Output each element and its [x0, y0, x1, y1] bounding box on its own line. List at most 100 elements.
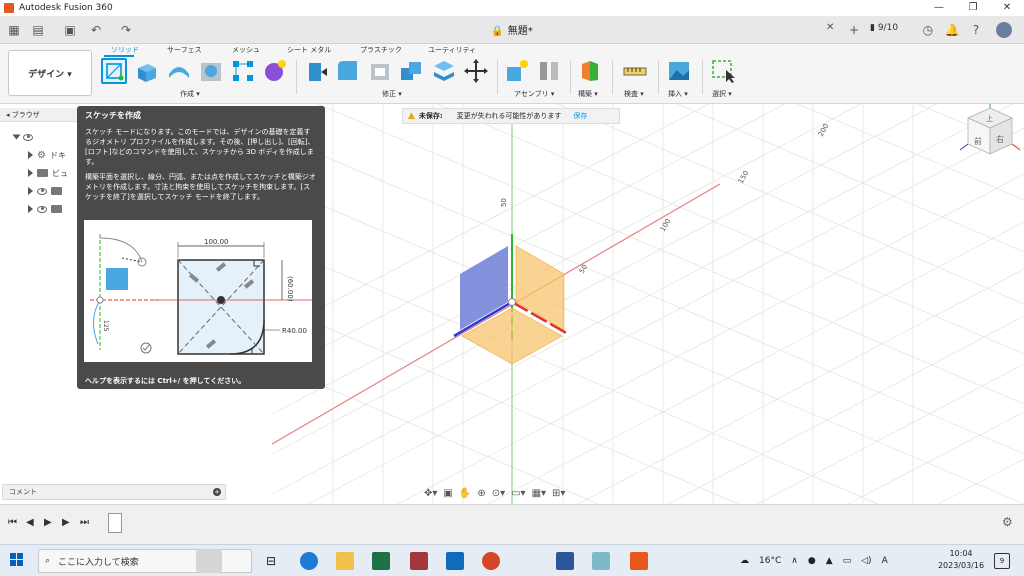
bell-icon[interactable]: 🔔 — [944, 22, 960, 38]
battery-icon[interactable]: ▭ — [843, 556, 852, 566]
powerpoint-icon[interactable] — [482, 552, 500, 570]
extrude-button[interactable] — [134, 58, 160, 84]
group-label-modify[interactable]: 修正 ▾ — [382, 89, 402, 99]
play-icon[interactable]: ▶ — [44, 517, 52, 528]
system-tray: ☁ 16°C ∧ ● ▲ ▭ ◁) A — [740, 545, 888, 576]
eye-icon[interactable] — [37, 187, 47, 195]
select-button[interactable] — [710, 58, 736, 84]
avatar[interactable] — [996, 22, 1012, 38]
zoom-icon[interactable]: ⊕ — [477, 488, 485, 499]
job-status[interactable]: ▮ 9/10 — [870, 23, 898, 33]
insert-image-button[interactable] — [666, 58, 692, 84]
eye-icon[interactable] — [23, 133, 33, 141]
pan-icon[interactable]: ✋ — [459, 488, 471, 499]
tab-mesh[interactable]: メッシュ — [232, 45, 260, 55]
tab-sheet-metal[interactable]: シート メタル — [287, 45, 331, 55]
add-comment-icon[interactable]: + — [213, 488, 221, 496]
expand-icon[interactable] — [28, 151, 33, 159]
clock-icon[interactable]: ◷ — [920, 22, 936, 38]
folder-icon — [37, 169, 48, 177]
select-icon — [712, 60, 735, 83]
measure-button[interactable] — [622, 58, 648, 84]
display-settings-icon[interactable]: ▭▾ — [511, 488, 525, 499]
look-at-icon[interactable]: ▣ — [443, 488, 452, 499]
combine-button[interactable] — [399, 58, 425, 84]
volume-icon[interactable]: ◁) — [861, 556, 871, 566]
tray-app-icon[interactable]: ● — [808, 556, 816, 566]
create-sketch-button[interactable] — [101, 58, 127, 84]
maximize-button[interactable]: ❐ — [956, 0, 990, 16]
tab-surface[interactable]: サーフェス — [167, 45, 202, 55]
browser-header[interactable]: ◂ ブラウザ — [0, 108, 78, 122]
tooltip-dim-width: 100.00 — [204, 238, 229, 246]
expand-icon[interactable] — [28, 169, 33, 177]
weather-icon[interactable]: ☁ — [740, 556, 749, 566]
group-label-assemble[interactable]: アセンブリ ▾ — [514, 89, 554, 99]
go-to-end-icon[interactable]: ⏭ — [80, 517, 89, 528]
word-icon[interactable] — [556, 552, 574, 570]
help-icon[interactable]: ? — [968, 22, 984, 38]
expand-icon[interactable] — [28, 187, 33, 195]
app-icon[interactable] — [592, 552, 610, 570]
hole-button[interactable] — [198, 58, 224, 84]
grid-settings-icon[interactable]: ▦▾ — [532, 488, 546, 499]
save-link[interactable]: 保存 — [573, 111, 587, 121]
notification-center-icon[interactable]: 9 — [994, 553, 1010, 569]
timeline-marker[interactable] — [108, 513, 122, 533]
viewcube-right-label: 右 — [996, 134, 1004, 144]
fit-icon[interactable]: ⊙▾ — [492, 488, 505, 499]
tray-chevron-icon[interactable]: ∧ — [791, 556, 798, 566]
comments-panel[interactable]: コメント + — [2, 484, 226, 500]
step-forward-icon[interactable]: ▶ — [62, 517, 70, 528]
split-body-button[interactable] — [431, 58, 457, 84]
group-label-select[interactable]: 選択 ▾ — [712, 89, 732, 99]
tab-plastic[interactable]: プラスチック — [360, 45, 402, 55]
workspace-selector[interactable]: デザイン ▾ — [8, 50, 92, 96]
expand-icon[interactable] — [12, 134, 21, 140]
close-button[interactable]: ✕ — [990, 0, 1024, 16]
revolve-button[interactable] — [166, 58, 192, 84]
press-pull-button[interactable] — [303, 58, 329, 84]
eye-icon[interactable] — [37, 205, 47, 213]
close-tab-icon[interactable]: ✕ — [826, 22, 834, 33]
excel-icon[interactable] — [372, 552, 390, 570]
tab-solid[interactable]: ソリッド — [111, 45, 139, 55]
view-cube[interactable]: 上 前 右 — [959, 104, 1021, 155]
fillet-icon — [338, 61, 357, 80]
new-tab-icon[interactable]: + — [846, 22, 862, 38]
new-component-icon — [507, 60, 528, 81]
file-explorer-icon[interactable] — [336, 552, 354, 570]
task-view-icon[interactable]: ⊟ — [262, 552, 280, 570]
go-to-start-icon[interactable]: ⏮ — [8, 517, 17, 528]
fusion360-taskbar-icon[interactable] — [630, 552, 648, 570]
fillet-button[interactable] — [335, 58, 361, 84]
minimize-button[interactable]: — — [922, 0, 956, 16]
new-component-button[interactable] — [504, 58, 530, 84]
form-button[interactable] — [262, 58, 288, 84]
group-label-construct[interactable]: 構築 ▾ — [578, 89, 598, 99]
outlook-icon[interactable] — [446, 552, 464, 570]
group-label-inspect[interactable]: 検査 ▾ — [624, 89, 644, 99]
viewports-icon[interactable]: ⊞▾ — [552, 488, 565, 499]
start-button[interactable] — [10, 553, 24, 567]
network-icon[interactable]: ▲ — [826, 556, 833, 566]
weather-temp[interactable]: 16°C — [759, 556, 781, 566]
step-back-icon[interactable]: ◀ — [26, 517, 34, 528]
timeline-settings-icon[interactable]: ⚙ — [1002, 515, 1013, 529]
tab-utilities[interactable]: ユーティリティ — [428, 45, 476, 55]
offset-plane-button[interactable] — [578, 58, 604, 84]
joint-button[interactable] — [536, 58, 562, 84]
move-copy-button[interactable] — [463, 58, 489, 84]
access-icon[interactable] — [410, 552, 428, 570]
browser-root-item[interactable] — [12, 130, 78, 144]
edge-icon[interactable] — [300, 552, 318, 570]
search-highlight-image[interactable] — [196, 549, 222, 573]
shell-button[interactable] — [367, 58, 393, 84]
group-label-insert[interactable]: 挿入 ▾ — [668, 89, 688, 99]
taskbar-clock[interactable]: 10:04 2023/03/16 — [936, 548, 986, 572]
group-label-create[interactable]: 作成 ▾ — [180, 89, 200, 99]
ime-indicator[interactable]: A — [882, 556, 888, 566]
pattern-button[interactable] — [230, 58, 256, 84]
expand-icon[interactable] — [28, 205, 33, 213]
orbit-icon[interactable]: ✥▾ — [424, 488, 437, 499]
